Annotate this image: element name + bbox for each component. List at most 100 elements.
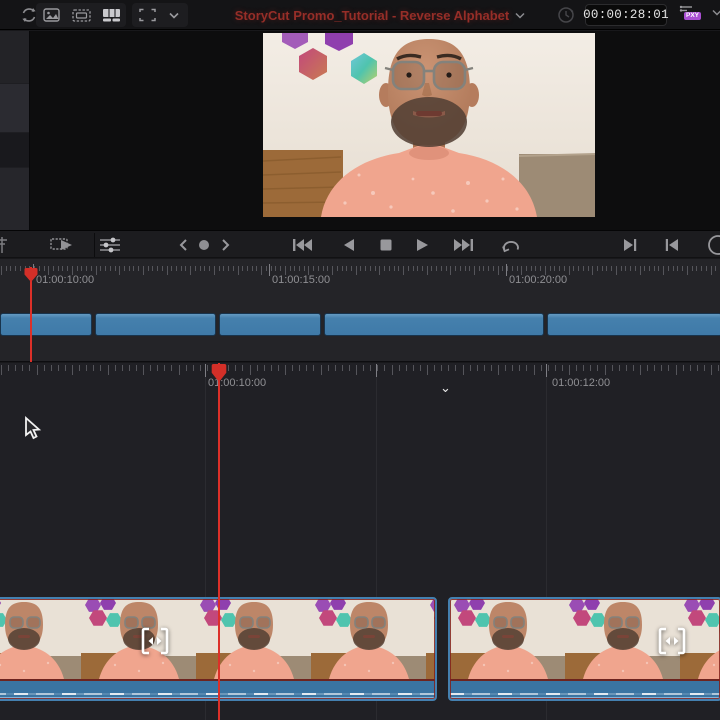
ruler-tick (422, 266, 423, 271)
clip-insert-icon[interactable] (46, 231, 80, 259)
ruler-tick (306, 365, 307, 371)
ruler-tick (186, 365, 187, 371)
ruler-tick (72, 365, 73, 375)
ruler-tick (304, 266, 305, 271)
mini-timeline-clip[interactable] (547, 313, 720, 336)
ruler-tick (512, 365, 513, 371)
timeline-expand-chevron[interactable]: ⌄ (440, 383, 451, 393)
ruler-tick (171, 365, 172, 371)
clip-audio-waveform (450, 679, 720, 699)
viewer-crop-icon[interactable] (132, 3, 162, 27)
ruler-tick (469, 266, 470, 271)
ruler-timecode-label: 01:00:10:00 (36, 274, 94, 286)
ruler-tick (39, 266, 40, 271)
timeline-view-icon[interactable] (96, 3, 126, 27)
ruler-tick (408, 266, 409, 271)
play-to-end-icon[interactable] (618, 231, 642, 259)
ruler-tick (257, 365, 258, 371)
proxy-menu[interactable]: PXY (678, 4, 720, 20)
title-chevron-down-icon (515, 12, 525, 19)
ruler-timecode-label: 01:00:12:00 (552, 377, 610, 389)
ruler-tick (640, 266, 641, 275)
ruler-tick (44, 266, 45, 271)
record-dot-icon[interactable] (194, 231, 214, 259)
ruler-tick (559, 266, 560, 271)
panel-block (0, 31, 29, 83)
go-to-start-icon[interactable] (288, 231, 316, 259)
davinci-cut-page: StoryCut Promo_Tutorial - Reverse Alphab… (0, 0, 720, 720)
ruler-tick (207, 365, 208, 371)
ruler-tick (517, 266, 518, 271)
ruler-tick (379, 266, 380, 275)
next-frame-icon[interactable] (215, 231, 237, 259)
ruler-tick (431, 266, 432, 271)
ruler-tick (148, 266, 149, 271)
ruler-tick (505, 365, 506, 371)
ruler-tick (136, 365, 137, 371)
ruler-tick (682, 266, 683, 271)
ruler-tick (377, 365, 378, 371)
play-reverse-icon[interactable] (336, 231, 360, 259)
chevron-down-icon[interactable] (162, 3, 186, 27)
ruler-tick (261, 266, 262, 275)
play-icon[interactable] (410, 231, 434, 259)
media-pool-icon[interactable] (36, 3, 66, 27)
project-title-menu[interactable]: StoryCut Promo_Tutorial - Reverse Alphab… (200, 0, 560, 30)
ruler-tick (349, 365, 350, 371)
ruler-tick (477, 365, 478, 371)
stop-icon[interactable] (374, 231, 398, 259)
loop-icon[interactable] (496, 231, 526, 259)
ruler-tick (583, 365, 584, 371)
ruler-tick (67, 266, 68, 271)
ruler-tick (704, 365, 705, 371)
clip-thumbnail (450, 599, 565, 679)
ruler-tick (129, 365, 130, 371)
ruler-tick (548, 365, 549, 371)
ruler-tick (562, 365, 563, 371)
go-to-end-icon[interactable] (450, 231, 478, 259)
jog-dial-icon[interactable] (706, 231, 720, 259)
view-mode-group (36, 3, 126, 27)
trim-edit-icon[interactable] (657, 626, 687, 661)
ruler-tick (150, 365, 151, 371)
source-clip-icon[interactable] (66, 3, 96, 27)
ruler-tick (384, 365, 385, 371)
ruler-tick (718, 365, 719, 371)
playhead-line[interactable] (218, 363, 220, 720)
mini-timeline-clip[interactable] (95, 313, 216, 336)
mini-timeline-clip[interactable] (324, 313, 544, 336)
ruler-tick (534, 365, 535, 375)
playhead-pin[interactable] (24, 267, 38, 288)
page-title: StoryCut Promo_Tutorial - Reverse Alphab… (235, 8, 510, 23)
previous-frame-icon[interactable] (172, 231, 194, 259)
ruler-tick (181, 266, 182, 271)
media-pool-sliver (0, 31, 30, 230)
trim-edit-icon[interactable] (140, 626, 170, 661)
ruler-tick (621, 266, 622, 271)
ruler-tick (711, 365, 712, 375)
mini-timeline[interactable]: 01:00:10:0001:00:15:0001:00:20:00 (0, 259, 720, 362)
playhead-pin[interactable] (211, 363, 227, 388)
clip-thumbnail (81, 599, 196, 679)
tools-sliders-icon[interactable] (93, 231, 127, 259)
play-from-start-icon[interactable] (660, 231, 684, 259)
mini-timeline-clip[interactable] (0, 313, 92, 336)
ruler-tick (692, 266, 693, 271)
ruler-tick (441, 365, 442, 371)
ruler-tick (143, 266, 144, 275)
ruler-tick (252, 266, 253, 271)
ruler-tick (313, 266, 314, 271)
clock-icon[interactable] (556, 5, 576, 30)
ruler-tick (65, 365, 66, 371)
mini-timeline-clip[interactable] (219, 313, 321, 336)
tool-partial-icon[interactable] (0, 231, 12, 259)
ruler-tick (280, 266, 281, 271)
ruler-tick (233, 266, 234, 271)
ruler-tick (375, 266, 376, 271)
ruler-tick (491, 365, 492, 371)
ruler-tick (157, 266, 158, 271)
ruler-tick (611, 266, 612, 271)
ruler-tick (578, 266, 579, 271)
ruler-tick (122, 365, 123, 371)
ruler-tick (162, 266, 163, 271)
